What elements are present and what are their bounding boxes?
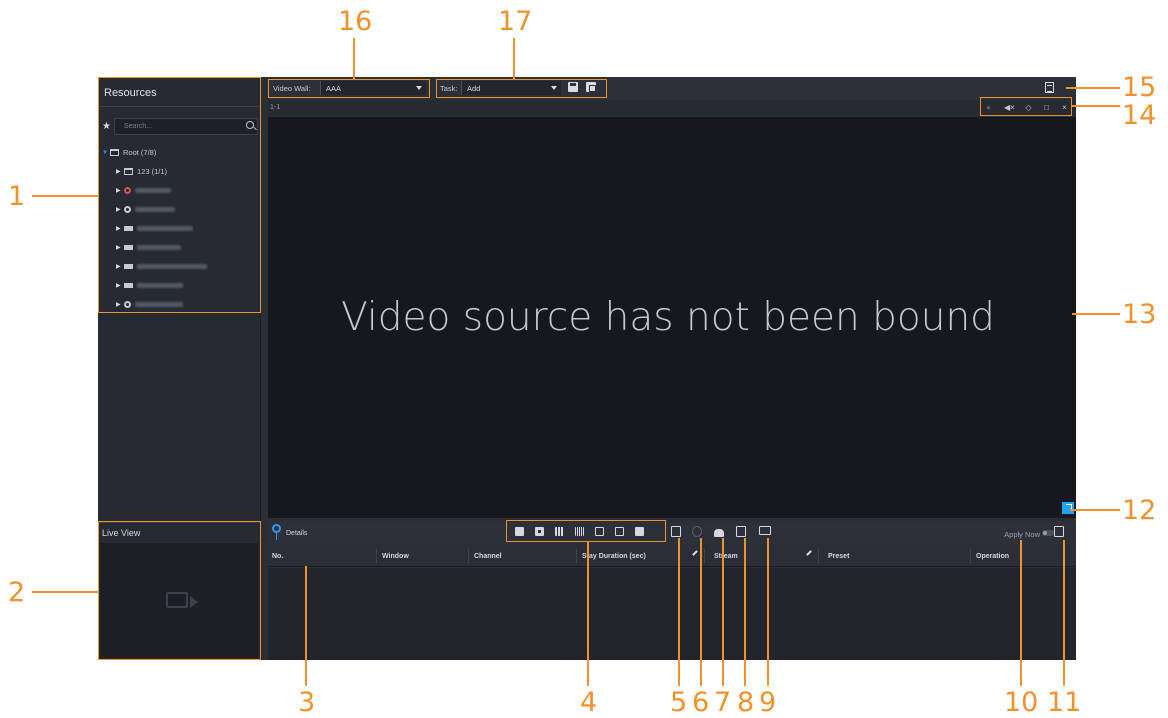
- annotation-line-2: [32, 591, 98, 593]
- apply-now-label: Apply Now: [1004, 530, 1040, 539]
- column-header: Stay Duration (sec): [582, 553, 646, 560]
- annotation-line-10: [1020, 540, 1022, 686]
- bind-icon[interactable]: [671, 526, 681, 537]
- column-header: Operation: [976, 553, 1010, 560]
- column-divider: [970, 549, 971, 563]
- table-body: [268, 568, 1076, 660]
- column-divider: [376, 549, 377, 563]
- annotation-line-1: [32, 195, 98, 197]
- column-header: Preset: [828, 553, 850, 560]
- screen-icon[interactable]: [759, 526, 771, 535]
- annotation-number-11: 11: [1047, 687, 1082, 718]
- annotation-line-3: [305, 566, 307, 686]
- table-header: No. Window Channel Stay Duration (sec) S…: [268, 545, 1076, 567]
- annotation-box-4: [506, 520, 666, 542]
- annotation-line-15: [1066, 87, 1120, 89]
- details-title: Details: [286, 530, 308, 537]
- annotation-number-8: 8: [737, 687, 755, 718]
- apply-now-toggle[interactable]: [1042, 530, 1054, 536]
- annotation-number-9: 9: [759, 687, 777, 718]
- window-bar: 1-1 ● ◀× ◇ □ ×: [268, 100, 1076, 116]
- annotation-number-4: 4: [580, 687, 598, 718]
- edit-duration-icon[interactable]: [692, 550, 698, 556]
- annotation-number-17: 17: [498, 6, 533, 37]
- lock-icon[interactable]: [714, 529, 724, 537]
- annotation-line-14: [1072, 105, 1120, 107]
- column-header: Channel: [474, 553, 502, 560]
- annotation-line-8: [744, 538, 746, 686]
- schedule-icon[interactable]: [736, 526, 746, 537]
- annotation-number-5: 5: [670, 687, 688, 718]
- annotation-box-14: [980, 97, 1072, 116]
- annotation-number-12: 12: [1122, 495, 1157, 526]
- clear-icon: [692, 526, 702, 537]
- column-header: Stream: [714, 553, 738, 560]
- annotation-number-2: 2: [8, 577, 26, 608]
- fold-panel-icon[interactable]: [1054, 526, 1064, 537]
- annotation-line-5: [678, 538, 680, 686]
- column-divider: [576, 549, 577, 563]
- annotation-number-3: 3: [298, 687, 316, 718]
- annotation-number-6: 6: [692, 687, 710, 718]
- annotation-line-12: [1070, 509, 1120, 511]
- column-divider: [468, 549, 469, 563]
- annotation-line-9: [767, 538, 769, 686]
- annotation-box-17: [436, 79, 607, 98]
- annotation-box-16: [268, 79, 430, 98]
- column-header: No.: [272, 553, 284, 560]
- details-bar: Details Apply Now: [268, 522, 1076, 544]
- edit-stream-icon[interactable]: [806, 550, 812, 556]
- expand-corner-icon[interactable]: [1062, 502, 1074, 514]
- task-list-icon[interactable]: [1045, 82, 1054, 93]
- annotation-number-7: 7: [714, 687, 732, 718]
- annotation-number-10: 10: [1004, 687, 1039, 718]
- annotation-number-16: 16: [338, 6, 373, 37]
- unbound-message: Video source has not been bound: [341, 295, 995, 340]
- annotation-number-15: 15: [1122, 72, 1157, 103]
- annotation-number-13: 13: [1122, 299, 1157, 330]
- annotation-line-17: [513, 38, 515, 79]
- window-title: 1-1: [270, 104, 281, 111]
- video-window[interactable]: Video source has not been bound: [268, 117, 1076, 518]
- annotation-line-7: [722, 538, 724, 686]
- annotation-box-1: [98, 77, 261, 313]
- column-header: Window: [382, 553, 409, 560]
- annotation-line-11: [1063, 540, 1065, 686]
- column-divider: [818, 549, 819, 563]
- annotation-line-6: [700, 538, 702, 686]
- annotation-number-14: 14: [1122, 100, 1157, 131]
- annotation-box-2: [98, 521, 261, 660]
- annotation-line-16: [353, 38, 355, 79]
- column-divider: [704, 549, 705, 563]
- annotation-line-4: [587, 542, 589, 686]
- annotation-line-13: [1072, 313, 1120, 315]
- annotation-number-1: 1: [8, 181, 26, 212]
- pin-icon[interactable]: [272, 524, 281, 540]
